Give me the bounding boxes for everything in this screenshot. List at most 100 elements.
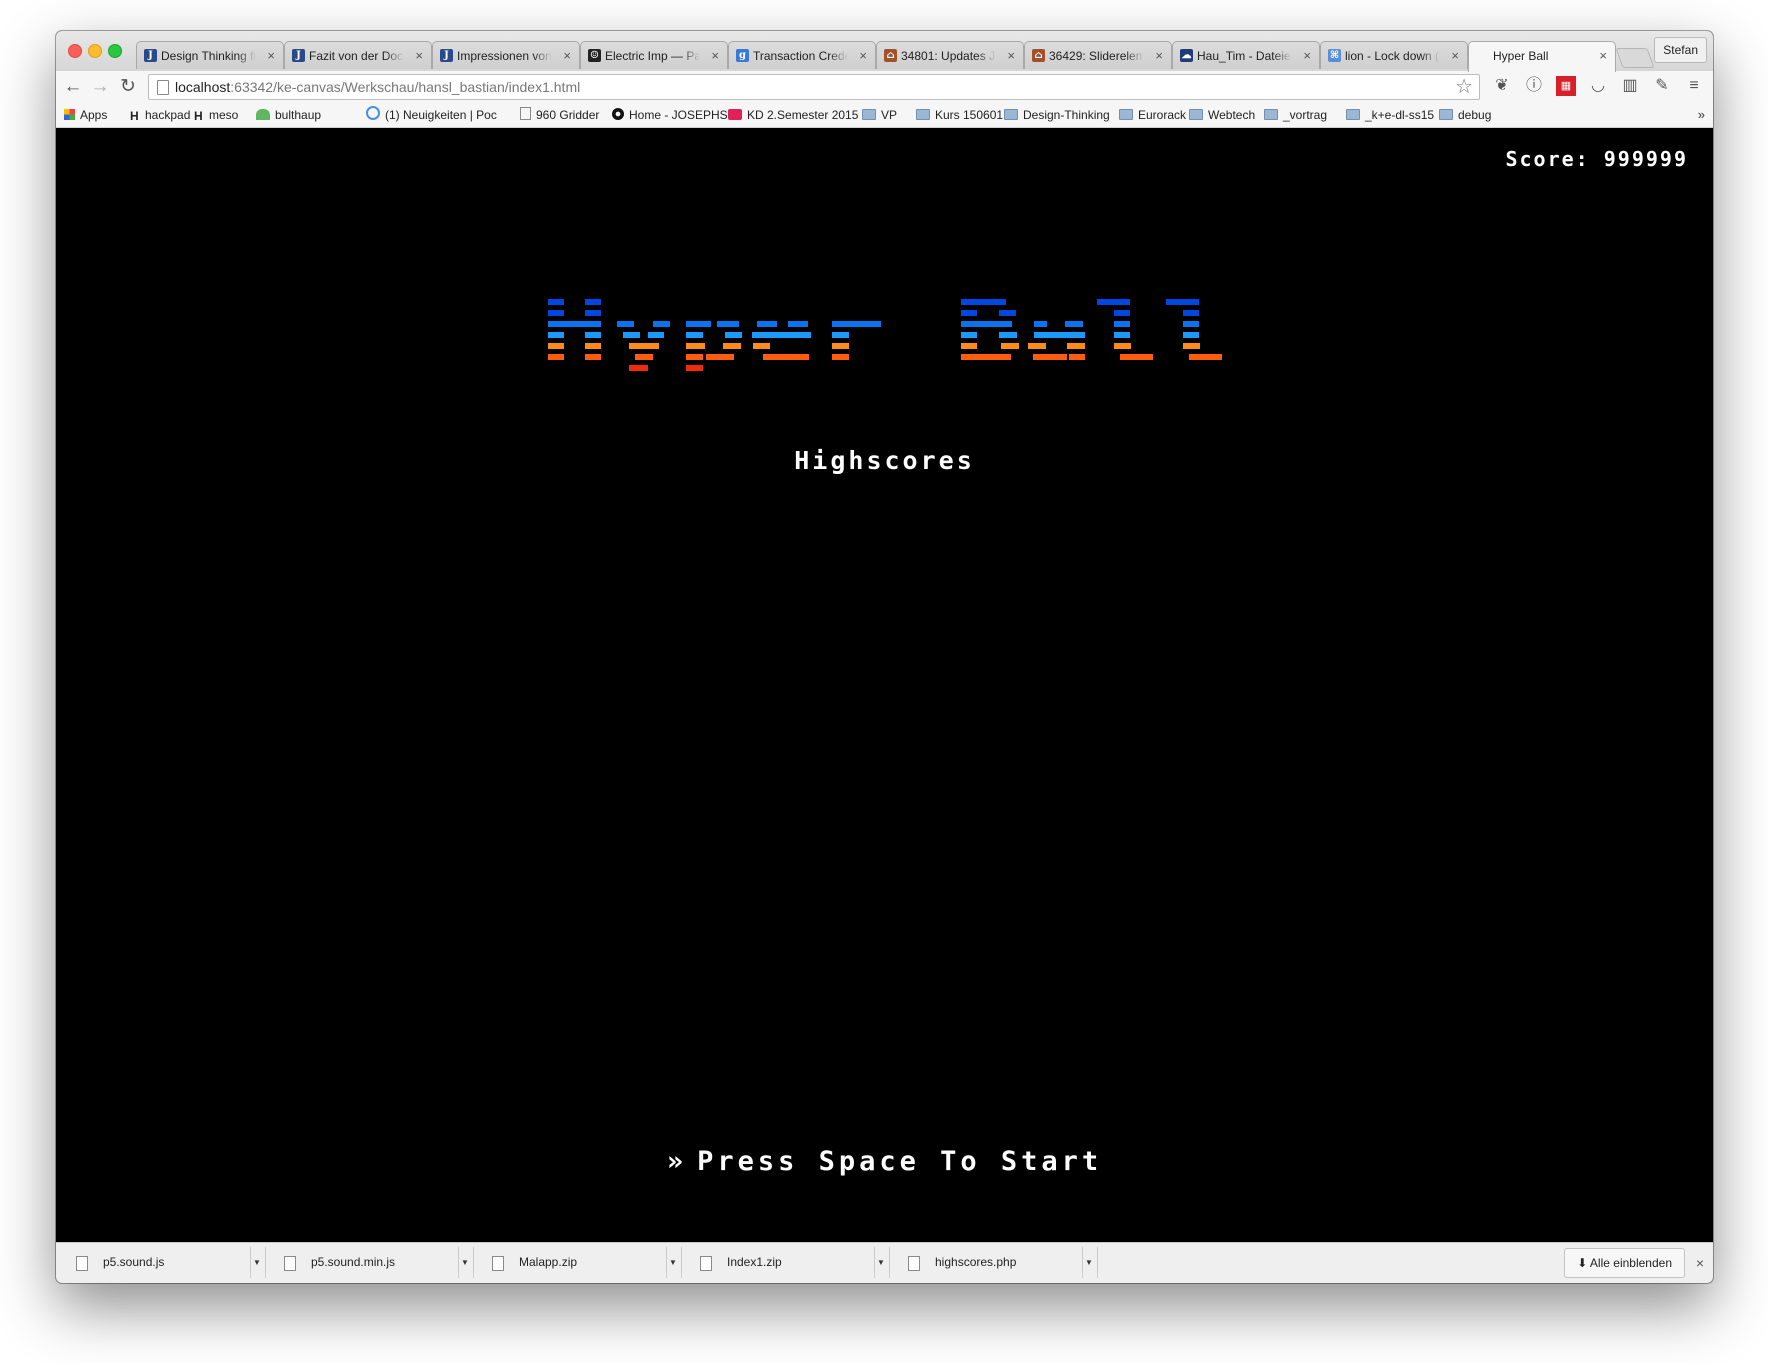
reload-icon[interactable]: ↻	[116, 75, 140, 99]
bookmark-item[interactable]: Hhackpad	[130, 103, 190, 128]
bookmark-item[interactable]: (1) Neuigkeiten | Poc	[366, 103, 497, 127]
download-item[interactable]: p5.sound.min.js ▼	[272, 1247, 474, 1278]
tab-label: Transaction Crede	[753, 49, 848, 63]
download-menu-icon[interactable]: ▼	[250, 1247, 263, 1278]
reader-icon[interactable]: ▥	[1620, 76, 1640, 96]
bookmark-item[interactable]: Design-Thinking	[1004, 103, 1110, 127]
bookmark-item[interactable]: _k+e-dl-ss15	[1346, 103, 1434, 127]
logo-bar	[1114, 332, 1130, 338]
apps-icon	[64, 109, 75, 120]
logo-bar	[717, 321, 739, 327]
bookmark-item[interactable]: _vortrag	[1264, 103, 1327, 127]
logo-bar	[832, 343, 849, 349]
bookmark-item[interactable]: Eurorack	[1119, 103, 1186, 127]
tab-close-icon[interactable]: ×	[267, 42, 275, 69]
logo-bar	[1001, 343, 1019, 349]
info-icon[interactable]: ⓘ	[1524, 76, 1544, 96]
logo-bar	[686, 343, 705, 349]
download-item[interactable]: Index1.zip ▼	[688, 1247, 890, 1278]
file-icon	[908, 1256, 920, 1271]
tab-favicon-icon: g	[736, 49, 749, 62]
bookmark-item[interactable]: VP	[862, 103, 897, 127]
tab-close-icon[interactable]: ×	[1303, 42, 1311, 69]
download-menu-icon[interactable]: ▼	[458, 1247, 471, 1278]
back-icon[interactable]: ←	[61, 75, 85, 99]
forward-icon[interactable]: →	[88, 75, 112, 99]
logo-bar	[653, 321, 670, 327]
tab[interactable]: ☁ Hau_Tim - Dateien ×	[1172, 41, 1320, 69]
bookmarks-more-icon[interactable]: »	[1698, 103, 1705, 127]
tab-close-icon[interactable]: ×	[1599, 42, 1607, 70]
bookmark-label: debug	[1458, 108, 1492, 122]
maximize-window-button[interactable]	[108, 44, 122, 58]
tab-close-icon[interactable]: ×	[1155, 42, 1163, 69]
game-canvas[interactable]: Score: 999999 Highscores » Press Space To…	[56, 128, 1713, 1242]
tab[interactable]: ☺ Electric Imp — Pa ×	[580, 41, 728, 69]
download-filename: p5.sound.min.js	[311, 1255, 396, 1269]
download-filename: p5.sound.js	[103, 1255, 165, 1269]
tab-close-icon[interactable]: ×	[711, 42, 719, 69]
tab-favicon-icon: ☺	[588, 49, 601, 62]
close-downloads-icon[interactable]: ×	[1696, 1243, 1704, 1283]
tab[interactable]: ⌂ 34801: Updates J ×	[876, 41, 1024, 69]
evernote-icon[interactable]: ❦	[1492, 76, 1512, 96]
download-item[interactable]: highscores.php ▼	[896, 1247, 1098, 1278]
start-prompt: » Press Space To Start	[56, 1146, 1713, 1177]
logo-bar	[788, 321, 808, 327]
tab-favicon-icon: ☁	[1180, 49, 1193, 62]
logo-bar	[548, 310, 564, 316]
download-menu-icon[interactable]: ▼	[1082, 1247, 1095, 1278]
address-bar[interactable]: localhost:63342/ke-canvas/Werkschau/hans…	[148, 74, 1480, 100]
logo-bar	[585, 299, 601, 305]
tab-label: lion - Lock down (	[1345, 49, 1440, 63]
bookmark-item[interactable]: Home - JOSEPHS	[612, 103, 728, 127]
bookmark-star-icon[interactable]: ☆	[1455, 75, 1473, 99]
show-all-downloads-button[interactable]: ⬇ Alle einblenden	[1564, 1248, 1685, 1278]
download-item[interactable]: p5.sound.js ▼	[64, 1247, 266, 1278]
bookmark-item[interactable]: Apps	[64, 103, 107, 127]
browser-window: J Design Thinking für × J Fazit von der Dock…	[56, 31, 1713, 1283]
logo-bar	[1183, 332, 1199, 338]
highscores-title: Highscores	[794, 446, 975, 475]
eyedropper-icon[interactable]: ✎	[1652, 76, 1672, 96]
tab[interactable]: ⌂ 36429: Sliderelem ×	[1024, 41, 1172, 69]
bookmark-item[interactable]: debug	[1439, 103, 1491, 127]
pocket-icon[interactable]: ◡	[1588, 76, 1608, 96]
download-menu-icon[interactable]: ▼	[666, 1247, 679, 1278]
bookmark-item[interactable]: Kurs 150601	[916, 103, 1003, 127]
tab[interactable]: J Impressionen von ×	[432, 41, 580, 69]
bookmark-item[interactable]: Hmeso	[194, 103, 238, 128]
downloads-bar: ⬇ Alle einblenden × p5.sound.js ▼ p5.sound…	[56, 1242, 1713, 1283]
score-value: 999999	[1603, 147, 1688, 171]
bookmark-label: (1) Neuigkeiten | Poc	[385, 108, 497, 122]
minimize-window-button[interactable]	[88, 44, 102, 58]
close-window-button[interactable]	[68, 44, 82, 58]
tab-strip: J Design Thinking für × J Fazit von der Dock…	[56, 31, 1713, 72]
tab-close-icon[interactable]: ×	[859, 42, 867, 69]
tab[interactable]: J Design Thinking für ×	[136, 41, 284, 69]
download-menu-icon[interactable]: ▼	[874, 1247, 887, 1278]
tabs: J Design Thinking für × J Fazit von der Dock…	[136, 41, 1653, 72]
tab-close-icon[interactable]: ×	[1451, 42, 1459, 69]
tab[interactable]: J Fazit von der Dock ×	[284, 41, 432, 69]
tab-close-icon[interactable]: ×	[1007, 42, 1015, 69]
bookmark-item[interactable]: 960 Gridder	[520, 103, 599, 127]
tab[interactable]: Hyper Ball ×	[1468, 41, 1616, 72]
logo-bar	[686, 354, 703, 360]
logo-bar	[1166, 299, 1199, 305]
logo-bar	[832, 354, 849, 360]
new-tab-button[interactable]	[1615, 48, 1655, 68]
tab-close-icon[interactable]: ×	[415, 42, 423, 69]
logo-bar	[1034, 332, 1085, 338]
profile-button[interactable]: Stefan	[1654, 37, 1707, 63]
tab[interactable]: g Transaction Crede ×	[728, 41, 876, 69]
download-item[interactable]: Malapp.zip ▼	[480, 1247, 682, 1278]
bookmark-item[interactable]: KD 2.Semester 2015	[728, 103, 858, 127]
bookmark-item[interactable]: bulthaup	[256, 103, 321, 127]
lastpass-icon[interactable]: ▦	[1556, 76, 1576, 96]
menu-icon[interactable]: ≡	[1684, 76, 1704, 96]
tab-close-icon[interactable]: ×	[563, 42, 571, 69]
tab[interactable]: ⌘ lion - Lock down (×	[1320, 41, 1468, 69]
bookmark-item[interactable]: Webtech	[1189, 103, 1255, 127]
bookmark-label: Apps	[80, 108, 108, 122]
